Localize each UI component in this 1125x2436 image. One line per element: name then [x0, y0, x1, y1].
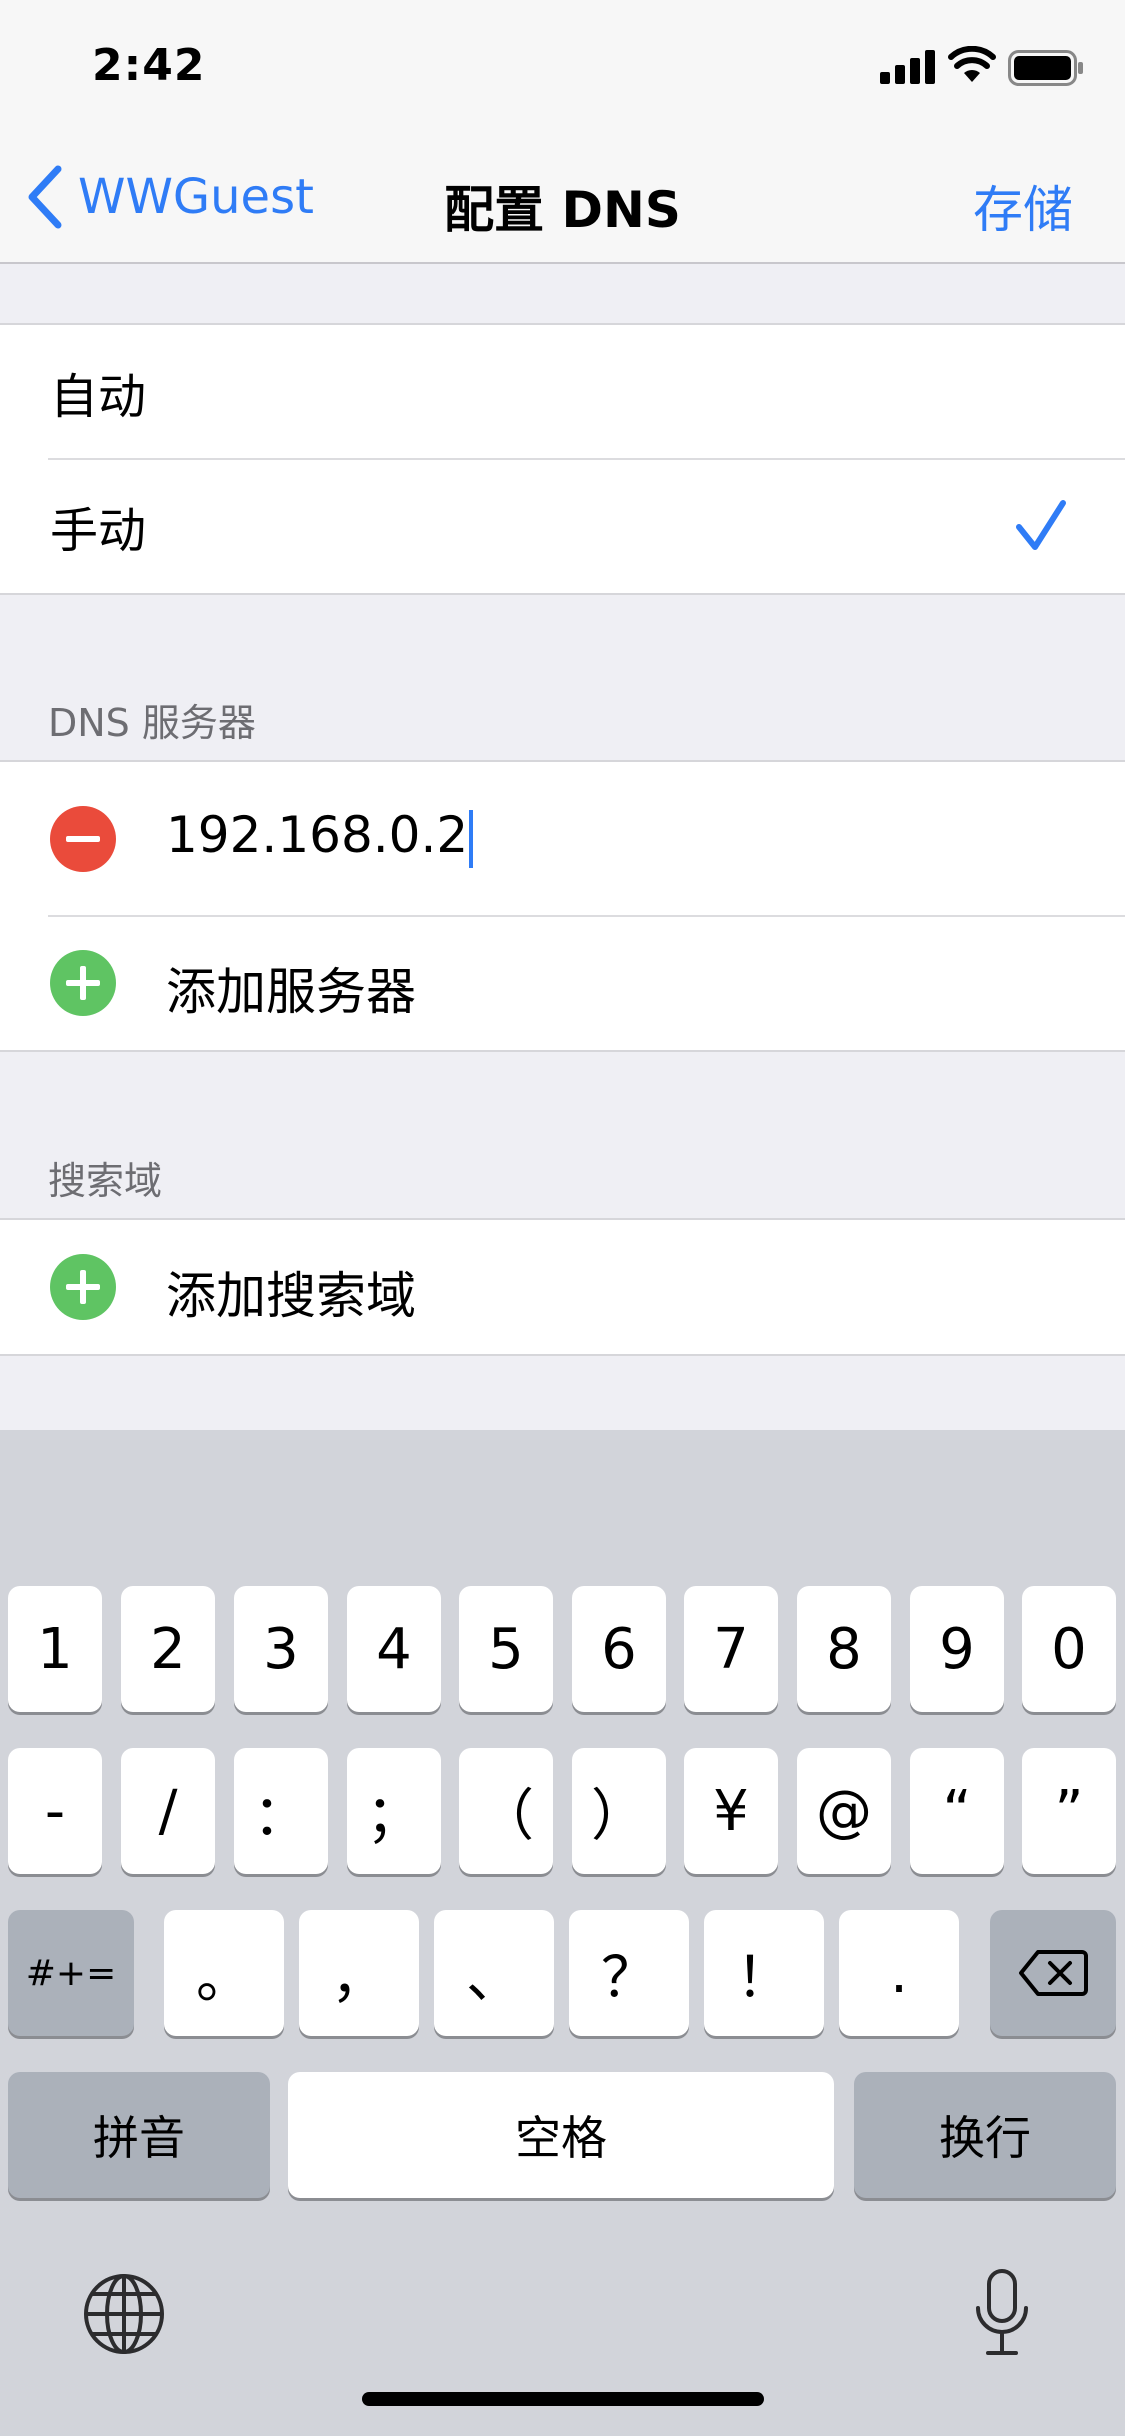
mode-option-label: 手动 [50, 503, 147, 559]
navigation-bar: WWGuest 配置 DNS 存储 [0, 132, 1125, 264]
key-enumeration-comma[interactable]: 、 [434, 1910, 554, 2036]
key-close-quote[interactable]: ” [1022, 1748, 1116, 1874]
key-8[interactable]: 8 [797, 1586, 891, 1712]
keyboard: 1 2 3 4 5 6 7 8 9 0 - / ： ； （ ） ¥ @ “ ” … [0, 1430, 1125, 2436]
key-4[interactable]: 4 [347, 1586, 441, 1712]
key-5[interactable]: 5 [459, 1586, 553, 1712]
battery-icon [1008, 50, 1083, 86]
checkmark-icon [1016, 500, 1066, 550]
search-domains-header: 搜索域 [48, 1159, 163, 1203]
add-search-domain-label: 添加搜索域 [166, 1267, 416, 1325]
dns-server-entry: 192.168.0.2 [0, 762, 1125, 916]
add-server-row[interactable]: 添加服务器 [0, 915, 1125, 1050]
key-backspace[interactable] [990, 1910, 1116, 2036]
delete-server-button[interactable] [50, 806, 116, 872]
save-button[interactable]: 存储 [973, 170, 1073, 242]
key-semicolon[interactable]: ； [347, 1748, 441, 1874]
key-more-symbols[interactable]: #+= [8, 1910, 134, 2036]
key-3[interactable]: 3 [234, 1586, 328, 1712]
key-period-cjk[interactable]: 。 [164, 1910, 284, 2036]
key-open-paren[interactable]: （ [459, 1748, 553, 1874]
key-9[interactable]: 9 [910, 1586, 1004, 1712]
key-question[interactable]: ？ [569, 1910, 689, 2036]
key-7[interactable]: 7 [684, 1586, 778, 1712]
add-search-domain-icon [50, 1254, 116, 1320]
add-server-icon [50, 950, 116, 1016]
mode-option-label: 自动 [50, 369, 147, 425]
key-0[interactable]: 0 [1022, 1586, 1116, 1712]
cellular-signal-icon [880, 50, 935, 84]
text-cursor [469, 809, 474, 868]
key-6[interactable]: 6 [572, 1586, 666, 1712]
key-pinyin[interactable]: 拼音 [8, 2072, 270, 2198]
key-colon[interactable]: ： [234, 1748, 328, 1874]
search-domains-group: 添加搜索域 [0, 1218, 1125, 1356]
status-bar: 2:42 [0, 0, 1125, 132]
key-slash[interactable]: / [121, 1748, 215, 1874]
dns-server-value: 192.168.0.2 [166, 806, 469, 864]
key-open-quote[interactable]: “ [910, 1748, 1004, 1874]
dns-servers-group: 192.168.0.2 添加服务器 [0, 760, 1125, 1052]
key-space[interactable]: 空格 [288, 2072, 834, 2198]
add-search-domain-row[interactable]: 添加搜索域 [0, 1220, 1125, 1354]
key-comma-cjk[interactable]: ， [299, 1910, 419, 2036]
key-at[interactable]: @ [797, 1748, 891, 1874]
key-hyphen[interactable]: - [8, 1748, 102, 1874]
key-return[interactable]: 换行 [854, 2072, 1116, 2198]
backspace-icon [1019, 1950, 1088, 1996]
key-close-paren[interactable]: ） [572, 1748, 666, 1874]
key-exclamation[interactable]: ！ [704, 1910, 824, 2036]
key-1[interactable]: 1 [8, 1586, 102, 1712]
dns-server-input[interactable]: 192.168.0.2 [166, 806, 474, 868]
key-2[interactable]: 2 [121, 1586, 215, 1712]
home-indicator[interactable] [362, 2392, 764, 2406]
add-server-label: 添加服务器 [166, 963, 416, 1021]
wifi-icon [948, 46, 996, 82]
dns-servers-header: DNS 服务器 [48, 701, 256, 745]
dns-mode-group: 自动 手动 [0, 323, 1125, 595]
mode-option-auto[interactable]: 自动 [0, 325, 1125, 459]
globe-icon[interactable] [82, 2272, 166, 2356]
key-yen[interactable]: ¥ [684, 1748, 778, 1874]
key-dot[interactable]: . [839, 1910, 959, 2036]
status-time: 2:42 [92, 40, 206, 91]
page-title: 配置 DNS [444, 181, 681, 239]
mode-option-manual[interactable]: 手动 [0, 458, 1125, 593]
microphone-icon[interactable] [972, 2268, 1032, 2358]
